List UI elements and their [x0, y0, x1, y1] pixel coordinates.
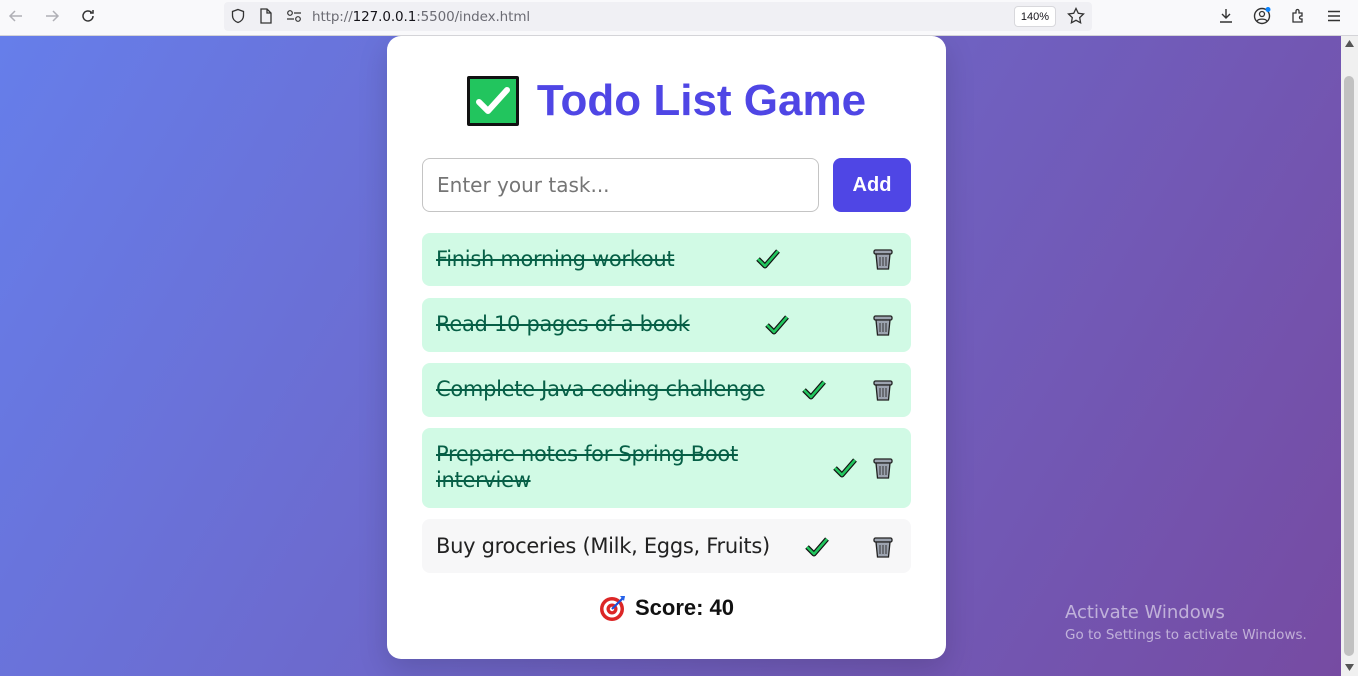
trash-icon[interactable]: [872, 378, 894, 402]
todo-text: Finish morning workout: [436, 247, 675, 271]
extensions-button[interactable]: [1284, 4, 1312, 28]
windows-activation-watermark: Activate Windows Go to Settings to activ…: [1065, 602, 1307, 643]
permissions-icon[interactable]: [286, 9, 302, 23]
trash-icon[interactable]: [872, 456, 894, 480]
score-text: Score: 40: [634, 595, 735, 620]
todo-text: Read 10 pages of a book: [436, 312, 690, 336]
page-viewport: Todo List Game Add Finish morning workou…: [0, 36, 1341, 676]
watermark-title: Activate Windows: [1065, 602, 1225, 623]
add-button[interactable]: Add: [833, 158, 911, 212]
trash-icon[interactable]: [872, 535, 894, 559]
check-mark-icon[interactable]: [805, 536, 829, 558]
downloads-button[interactable]: [1212, 4, 1240, 28]
url-bar[interactable]: http://127.0.0.1:5500/index.html 140%: [224, 2, 1092, 31]
account-icon: [1253, 7, 1271, 25]
back-button[interactable]: [2, 4, 30, 28]
check-mark-icon[interactable]: [802, 379, 826, 401]
zoom-indicator[interactable]: 140%: [1014, 6, 1056, 27]
todo-item: Prepare notes for Spring Boot interview: [422, 428, 911, 508]
url-path: :5500/index.html: [416, 9, 531, 25]
trash-icon[interactable]: [872, 313, 894, 337]
page-scrollbar[interactable]: [1341, 36, 1358, 676]
todo-card: Todo List Game Add Finish morning workou…: [387, 36, 946, 659]
todo-item: Read 10 pages of a book: [422, 298, 911, 352]
puzzle-icon: [1292, 8, 1303, 23]
check-mark-icon[interactable]: [765, 314, 789, 336]
scroll-down-arrow-icon[interactable]: [1345, 664, 1354, 671]
shield-icon[interactable]: [230, 8, 246, 24]
todo-item: Complete Java coding challenge: [422, 363, 911, 417]
check-mark-button-icon: [466, 76, 519, 126]
download-icon: [1220, 9, 1232, 23]
page-icon[interactable]: [259, 8, 273, 24]
url-host: 127.0.0.1: [352, 9, 417, 25]
reload-icon: [82, 10, 94, 22]
hamburger-icon: [1328, 10, 1340, 22]
page-title: Todo List Game: [387, 76, 946, 126]
title-text: Todo List Game: [536, 76, 867, 125]
menu-button[interactable]: [1320, 4, 1348, 28]
todo-item: Buy groceries (Milk, Eggs, Fruits): [422, 519, 911, 573]
scroll-up-arrow-icon[interactable]: [1345, 40, 1354, 47]
todo-text: Buy groceries (Milk, Eggs, Fruits): [436, 534, 770, 558]
trash-icon[interactable]: [872, 247, 894, 271]
back-arrow-icon: [8, 10, 22, 22]
forward-arrow-icon: [46, 10, 60, 22]
score-display: Score: 40: [387, 594, 946, 622]
check-mark-icon[interactable]: [756, 248, 780, 270]
todo-item: Finish morning workout: [422, 233, 911, 286]
browser-toolbar: http://127.0.0.1:5500/index.html 140%: [0, 0, 1358, 36]
watermark-subtitle: Go to Settings to activate Windows.: [1065, 627, 1307, 643]
task-input[interactable]: [422, 158, 819, 212]
account-button[interactable]: [1248, 4, 1276, 28]
target-icon: [599, 596, 625, 621]
todo-text: Complete Java coding challenge: [436, 377, 765, 401]
scrollbar-thumb[interactable]: [1344, 76, 1354, 656]
reload-button[interactable]: [74, 4, 102, 28]
check-mark-icon[interactable]: [833, 457, 857, 479]
todo-text: Prepare notes for Spring Boot interview: [436, 442, 738, 492]
url-text[interactable]: http://127.0.0.1:5500/index.html: [312, 9, 530, 25]
forward-button[interactable]: [38, 4, 66, 28]
url-scheme: http://: [312, 9, 353, 25]
bookmark-star-icon[interactable]: [1067, 7, 1085, 25]
